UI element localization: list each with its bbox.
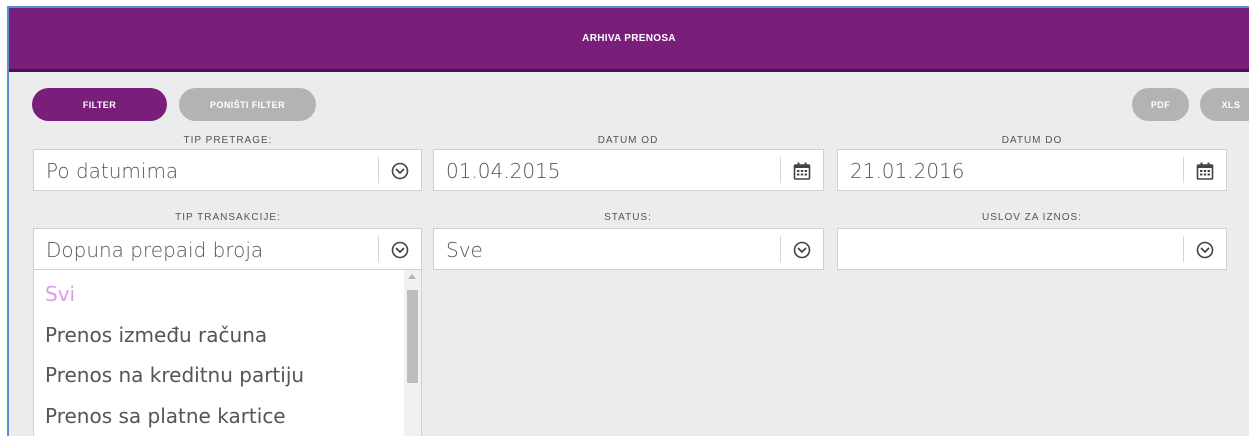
search-type-select[interactable]: Po datumima [33,149,422,191]
transaction-type-label: TIP TRANSAKCIJE: [175,212,281,223]
search-type-value: Po datumima [46,159,179,183]
date-to-label: DATUM DO [1001,135,1063,146]
dropdown-option[interactable]: Prenos sa platne kartice [45,404,286,428]
amount-condition-select[interactable] [837,228,1227,270]
date-from-label: DATUM OD [597,135,659,146]
app-frame: ARHIVA PRENOSA FILTER PONIŠTI FILTER PDF… [7,6,1249,436]
dropdown-option[interactable]: Prenos na kreditnu partiju [45,363,304,387]
date-from-value: 01.04.2015 [446,159,561,183]
dropdown-scrollbar[interactable] [404,270,421,436]
calendar-icon[interactable] [1195,161,1215,181]
dropdown-option[interactable]: Svi [45,282,75,306]
status-select[interactable]: Sve [433,228,824,270]
scroll-up-arrow-icon[interactable] [408,274,416,279]
page-header: ARHIVA PRENOSA [9,8,1249,72]
date-from-field[interactable]: 01.04.2015 [433,149,824,191]
field-separator [378,236,379,262]
transaction-type-value: Dopuna prepaid broja [46,238,264,262]
field-separator [1183,157,1184,183]
date-to-field[interactable]: 21.01.2016 [837,149,1227,191]
field-separator [780,236,781,262]
transaction-type-dropdown: Svi Prenos između računa Prenos na kredi… [33,270,422,436]
calendar-icon[interactable] [792,161,812,181]
scrollbar-thumb[interactable] [407,290,418,383]
filter-button[interactable]: FILTER [32,88,167,121]
export-xls-button[interactable]: XLS [1200,88,1249,121]
search-type-label: TIP PRETRAGE: [183,135,273,146]
status-label: STATUS: [604,212,652,223]
field-separator [780,157,781,183]
status-value: Sve [446,238,483,262]
chevron-down-circle-icon[interactable] [390,161,410,181]
dropdown-option[interactable]: Prenos između računa [45,323,267,347]
chevron-down-circle-icon[interactable] [1195,240,1215,260]
transaction-type-select[interactable]: Dopuna prepaid broja [33,228,422,270]
chevron-down-circle-icon[interactable] [792,240,812,260]
reset-filter-button[interactable]: PONIŠTI FILTER [179,88,316,121]
field-separator [1183,236,1184,262]
amount-condition-label: USLOV ZA IZNOS: [981,212,1083,223]
field-separator [378,157,379,183]
date-to-value: 21.01.2016 [850,159,965,183]
export-pdf-button[interactable]: PDF [1132,88,1189,121]
page-title: ARHIVA PRENOSA [582,33,676,44]
chevron-down-circle-icon[interactable] [390,240,410,260]
